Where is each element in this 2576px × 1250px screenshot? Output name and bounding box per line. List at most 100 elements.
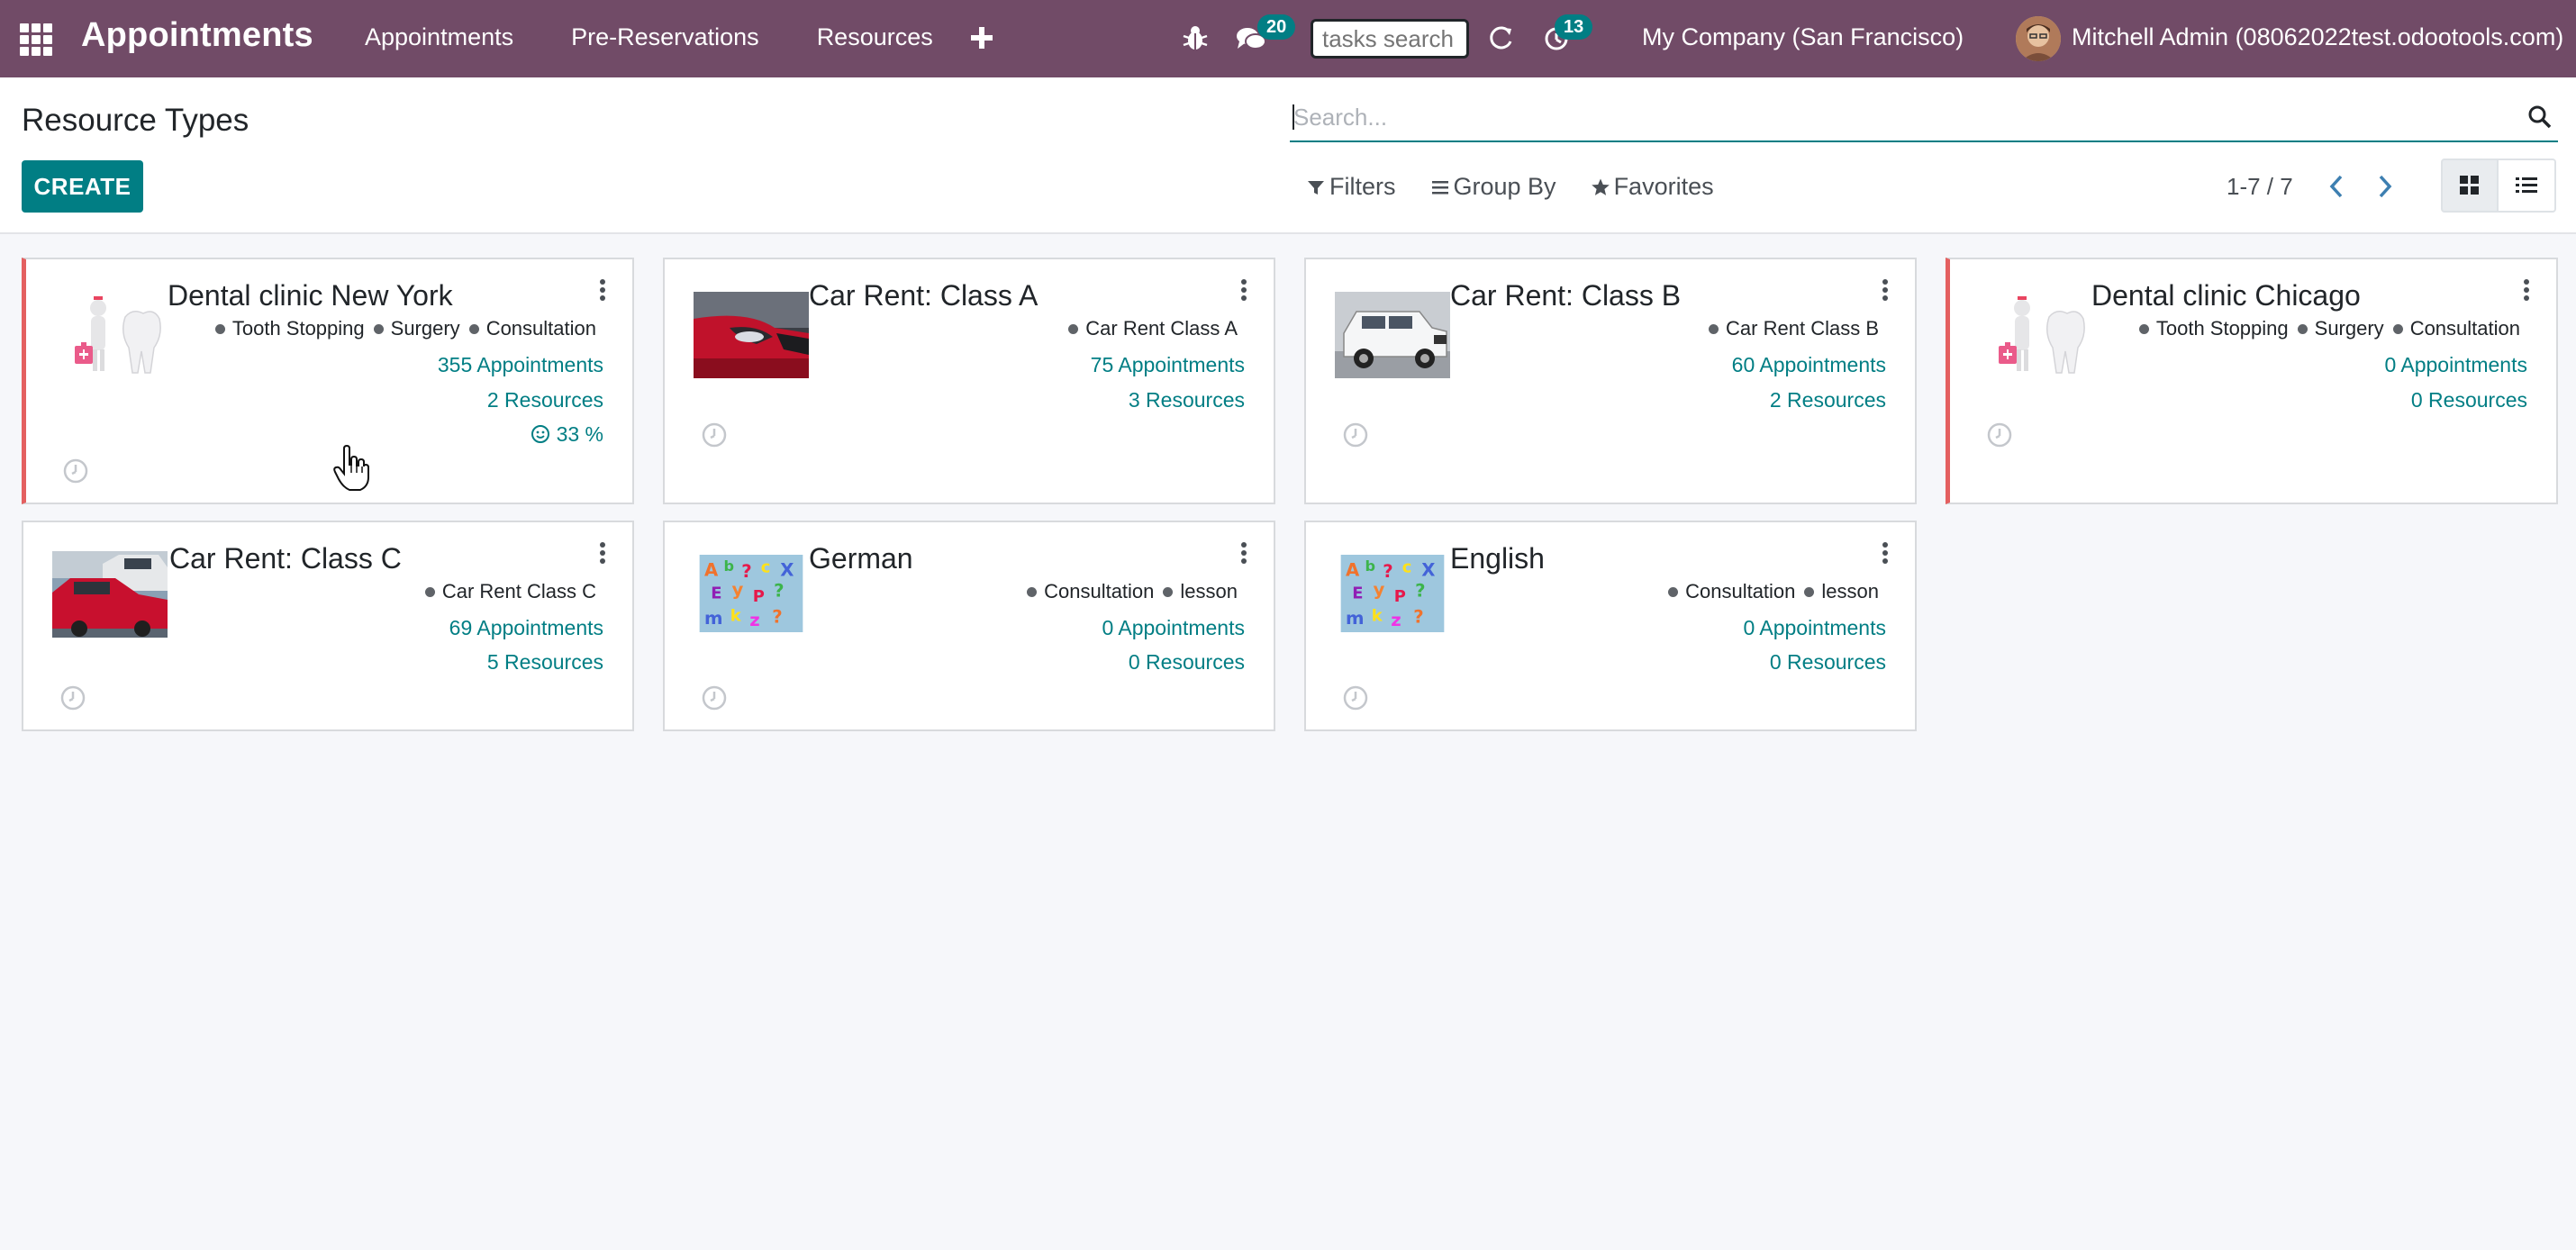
filters-button[interactable]: Filters: [1306, 173, 1396, 201]
card-image-letters: [694, 555, 809, 632]
kanban-card[interactable]: Dental clinic Chicago Tooth Stopping Sur…: [1946, 258, 2558, 504]
kanban-card[interactable]: Dental clinic New York Tooth Stopping Su…: [22, 258, 634, 504]
kanban-card[interactable]: Car Rent: Class B Car Rent Class B 60 Ap…: [1304, 258, 1917, 504]
activity-clock-icon[interactable]: [701, 684, 728, 711]
favorites-button[interactable]: Favorites: [1591, 173, 1714, 201]
card-title: German: [809, 542, 913, 575]
appointments-link[interactable]: 0 Appointments: [2384, 353, 2527, 377]
card-menu-dots-icon[interactable]: [1239, 279, 1248, 306]
resources-link[interactable]: 3 Resources: [1129, 388, 1245, 412]
card-tags: Car Rent Class C: [425, 580, 596, 603]
tag: Tooth Stopping: [215, 317, 365, 340]
resources-link[interactable]: 0 Resources: [2411, 388, 2527, 412]
pager-value[interactable]: 1-7 / 7: [2227, 173, 2293, 201]
appointments-link[interactable]: 0 Appointments: [1743, 616, 1886, 640]
resources-link[interactable]: 0 Resources: [1770, 650, 1886, 675]
search-bar: [1290, 94, 2558, 142]
card-tags: Tooth Stopping Surgery Consultation: [215, 317, 596, 340]
group-by-button[interactable]: Group By: [1430, 173, 1556, 201]
app-brand[interactable]: Appointments: [81, 16, 313, 55]
card-title: Car Rent: Class A: [809, 279, 1039, 312]
kanban-card[interactable]: English Consultation lesson 0 Appointmen…: [1304, 521, 1917, 731]
appointments-link[interactable]: 60 Appointments: [1732, 353, 1886, 377]
card-title: Dental clinic New York: [168, 279, 453, 312]
card-image-letters: [1335, 555, 1450, 632]
filter-icon: [1308, 180, 1324, 195]
appointments-link[interactable]: 0 Appointments: [1102, 616, 1245, 640]
card-menu-dots-icon[interactable]: [1881, 542, 1890, 569]
bug-icon[interactable]: [1182, 23, 1209, 52]
menu-pre-reservations[interactable]: Pre-Reservations: [571, 23, 759, 51]
resources-link[interactable]: 2 Resources: [487, 388, 603, 412]
tag: Surgery: [2298, 317, 2384, 340]
user-avatar[interactable]: [2016, 16, 2061, 61]
kanban-view-button[interactable]: [2441, 159, 2499, 213]
kanban-card[interactable]: Car Rent: Class C Car Rent Class C 69 Ap…: [22, 521, 634, 731]
grid-icon: [2460, 176, 2479, 195]
rating-link[interactable]: 33 %: [531, 422, 603, 447]
menu-appointments[interactable]: Appointments: [365, 23, 513, 51]
tag: Car Rent Class A: [1068, 317, 1238, 340]
tag: Car Rent Class C: [425, 580, 596, 603]
appointments-link[interactable]: 69 Appointments: [449, 616, 603, 640]
messages-count-badge: 20: [1257, 14, 1296, 40]
tag: Consultation: [2393, 317, 2520, 340]
list-view-button[interactable]: [2499, 159, 2556, 213]
card-tags: Car Rent Class B: [1709, 317, 1879, 340]
card-image-dentist: [55, 292, 170, 378]
refresh-icon[interactable]: [1486, 23, 1515, 52]
favorites-label: Favorites: [1613, 173, 1714, 200]
tag: Consultation: [1027, 580, 1154, 603]
tag: lesson: [1163, 580, 1238, 603]
search-options: Filters Group By Favorites: [1306, 173, 1748, 201]
tasks-search-input[interactable]: [1311, 19, 1469, 59]
resources-link[interactable]: 0 Resources: [1129, 650, 1245, 675]
activity-clock-icon[interactable]: [701, 421, 728, 448]
resources-link[interactable]: 5 Resources: [487, 650, 603, 675]
appointments-link[interactable]: 75 Appointments: [1091, 353, 1245, 377]
card-tags: Tooth Stopping Surgery Consultation: [2139, 317, 2520, 340]
card-image-red-car: [694, 292, 809, 378]
card-menu-dots-icon[interactable]: [1239, 542, 1248, 569]
tag: Consultation: [469, 317, 596, 340]
list-icon: [2516, 177, 2537, 193]
card-image-white-jeep: [1335, 292, 1450, 378]
card-image-parked-cars: [52, 551, 168, 638]
kanban-card[interactable]: Car Rent: Class A Car Rent Class A 75 Ap…: [663, 258, 1275, 504]
card-menu-dots-icon[interactable]: [2522, 279, 2531, 306]
group-by-label: Group By: [1453, 173, 1556, 200]
card-tags: Car Rent Class A: [1068, 317, 1238, 340]
search-icon[interactable]: [2527, 104, 2553, 130]
menu-resources[interactable]: Resources: [817, 23, 933, 51]
tag: Surgery: [374, 317, 460, 340]
card-menu-dots-icon[interactable]: [1881, 279, 1890, 306]
activity-clock-icon[interactable]: [59, 684, 86, 711]
tag: lesson: [1804, 580, 1879, 603]
user-menu[interactable]: Mitchell Admin (08062022test.odootools.c…: [2072, 23, 2563, 51]
activity-clock-icon[interactable]: [1342, 684, 1369, 711]
rating-value: 33 %: [556, 422, 603, 446]
create-button[interactable]: CREATE: [22, 160, 143, 213]
chevron-left-icon[interactable]: [2324, 171, 2349, 202]
appointments-link[interactable]: 355 Appointments: [438, 353, 603, 377]
smile-icon: [531, 425, 550, 443]
company-switcher[interactable]: My Company (San Francisco): [1642, 23, 1964, 51]
activity-clock-icon[interactable]: [1342, 421, 1369, 448]
activity-clock-icon[interactable]: [1986, 421, 2013, 448]
plus-icon[interactable]: [970, 19, 993, 55]
card-tags: Consultation lesson: [1027, 580, 1238, 603]
search-input[interactable]: [1293, 99, 2509, 135]
hand-cursor-icon: [333, 445, 369, 491]
star-icon: [1591, 178, 1610, 195]
card-title: Car Rent: Class B: [1450, 279, 1682, 312]
app-grid-icon[interactable]: [20, 23, 52, 56]
card-menu-dots-icon[interactable]: [598, 279, 607, 306]
kanban-card[interactable]: German Consultation lesson 0 Appointment…: [663, 521, 1275, 731]
tag: Tooth Stopping: [2139, 317, 2289, 340]
card-menu-dots-icon[interactable]: [598, 542, 607, 569]
top-navbar: Appointments Appointments Pre-Reservatio…: [0, 0, 2576, 77]
chevron-right-icon[interactable]: [2372, 171, 2398, 202]
resources-link[interactable]: 2 Resources: [1770, 388, 1886, 412]
page-title: Resource Types: [22, 103, 249, 138]
activity-clock-icon[interactable]: [62, 457, 89, 485]
